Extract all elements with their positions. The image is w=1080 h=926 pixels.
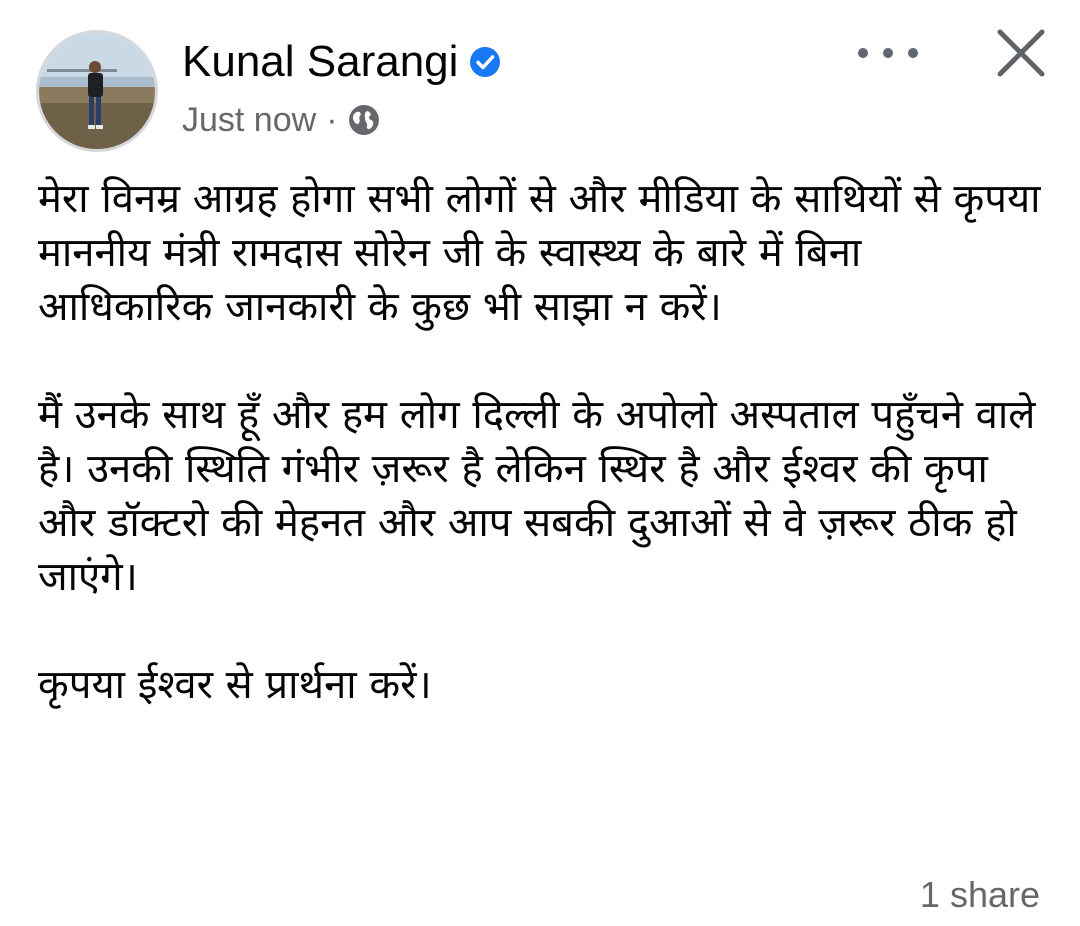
post-paragraph: मेरा विनम्र आग्रह होगा सभी लोगों से और म… [38,176,1041,330]
more-options-icon[interactable] [858,40,918,66]
post-meta: Just now · [182,98,382,142]
globe-icon[interactable] [348,103,382,137]
post-body: मेरा विनम्र आग्रह होगा सभी लोगों से और म… [38,172,1048,712]
author-row: Kunal Sarangi [182,34,504,90]
more-dot [883,48,893,58]
post-paragraph: कृपया ईश्वर से प्रार्थना करें। [38,662,432,708]
post-timestamp[interactable]: Just now [182,101,316,140]
verified-badge-icon [468,44,504,80]
more-dot [908,48,918,58]
close-icon[interactable] [994,26,1048,80]
share-count[interactable]: 1 share [920,874,1040,916]
more-dot [858,48,868,58]
author-name[interactable]: Kunal Sarangi [182,37,458,87]
meta-separator: · [326,100,338,139]
post-paragraph: मैं उनके साथ हूँ और हम लोग दिल्ली के अपो… [38,392,1036,600]
profile-photo [39,33,155,149]
avatar[interactable] [36,30,158,152]
